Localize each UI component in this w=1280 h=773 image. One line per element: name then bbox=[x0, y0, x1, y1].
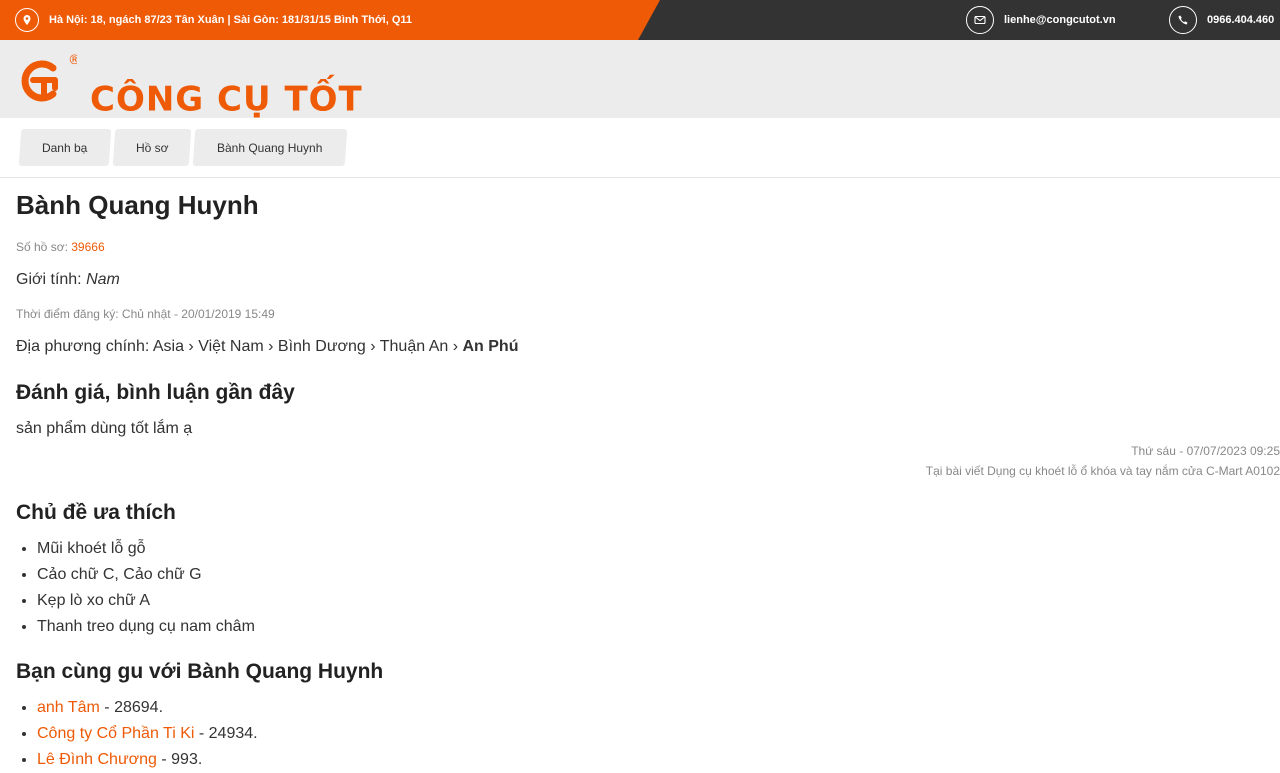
header-logo-band: ® CÔNG CỤ TỐT bbox=[0, 40, 1280, 120]
email-link[interactable]: lienhe@congcutot.vn bbox=[1004, 14, 1116, 26]
friend-link[interactable]: Công ty Cổ Phần Ti Ki bbox=[37, 725, 194, 742]
breadcrumb-item-directory[interactable]: Danh bạ bbox=[18, 129, 112, 166]
location-line: Địa phương chính: Asia › Việt Nam › Bình… bbox=[16, 338, 518, 356]
logo-text[interactable]: CÔNG CỤ TỐT bbox=[90, 80, 363, 120]
friends-list: anh Tâm - 28694. Công ty Cổ Phần Ti Ki -… bbox=[16, 695, 258, 773]
page-title: Bành Quang Huynh bbox=[16, 190, 259, 220]
top-contact-bar: Hà Nội: 18, ngách 87/23 Tân Xuân | Sài G… bbox=[0, 0, 1280, 40]
list-item: Kẹp lò xo chữ A bbox=[37, 588, 255, 614]
friend-link[interactable]: anh Tâm bbox=[37, 699, 100, 716]
location-current[interactable]: An Phú bbox=[462, 338, 518, 355]
reviews-heading: Đánh giá, bình luận gần đây bbox=[16, 381, 295, 404]
file-number-line: Số hồ sơ: 39666 bbox=[16, 240, 105, 254]
location-label: Địa phương chính: bbox=[16, 338, 150, 355]
address-text: Hà Nội: 18, ngách 87/23 Tân Xuân | Sài G… bbox=[49, 14, 413, 26]
list-item: Thanh treo dụng cụ nam châm bbox=[37, 614, 255, 640]
registered-mark: ® bbox=[68, 53, 77, 68]
review-text: sản phẩm dùng tốt lắm ạ bbox=[16, 420, 193, 437]
envelope-icon bbox=[966, 6, 994, 34]
breadcrumb-item-profiles[interactable]: Hồ sơ bbox=[112, 129, 192, 166]
friend-count: - 28694. bbox=[99, 699, 164, 716]
friends-heading: Bạn cùng gu với Bành Quang Huynh bbox=[16, 660, 384, 683]
review-source[interactable]: Tại bài viết Dụng cụ khoét lỗ ổ khóa và … bbox=[926, 464, 1280, 478]
registration-time: Thời điểm đăng ký: Chủ nhật - 20/01/2019… bbox=[16, 307, 275, 321]
email-item[interactable]: lienhe@congcutot.vn bbox=[966, 0, 1116, 40]
list-item: Công ty Cổ Phần Ti Ki - 24934. bbox=[37, 721, 258, 747]
phone-item[interactable]: 0966.404.460 bbox=[1169, 0, 1274, 40]
friend-count: - 993. bbox=[156, 751, 203, 768]
list-item: Lê Đình Chương - 993. bbox=[37, 747, 258, 773]
file-number-value: 39666 bbox=[71, 240, 105, 254]
breadcrumb: Danh bạ Hồ sơ Bành Quang Huynh bbox=[0, 118, 1280, 178]
address-item: Hà Nội: 18, ngách 87/23 Tân Xuân | Sài G… bbox=[15, 0, 412, 40]
favorites-heading: Chủ đề ưa thích bbox=[16, 501, 176, 524]
gender-value: Nam bbox=[86, 271, 120, 288]
breadcrumb-item-current-profile[interactable]: Bành Quang Huynh bbox=[192, 129, 348, 166]
friend-link[interactable]: Lê Đình Chương bbox=[37, 751, 157, 768]
favorites-list: Mũi khoét lỗ gỗ Cảo chữ C, Cảo chữ G Kẹp… bbox=[16, 536, 255, 640]
location-path[interactable]: Asia › Việt Nam › Bình Dương › Thuận An … bbox=[153, 338, 458, 355]
gender-label: Giới tính: bbox=[16, 271, 82, 288]
phone-icon bbox=[1169, 6, 1197, 34]
list-item: Mũi khoét lỗ gỗ bbox=[37, 536, 255, 562]
list-item: Cảo chữ C, Cảo chữ G bbox=[37, 562, 255, 588]
location-pin-icon bbox=[15, 8, 39, 32]
friend-count: - 24934. bbox=[194, 725, 258, 742]
gender-line: Giới tính: Nam bbox=[16, 271, 120, 289]
review-date: Thứ sáu - 07/07/2023 09:25 bbox=[1131, 444, 1280, 458]
file-number-label: Số hồ sơ: bbox=[16, 240, 68, 254]
phone-link[interactable]: 0966.404.460 bbox=[1207, 14, 1274, 26]
logo-mark-icon[interactable]: ® bbox=[15, 50, 77, 108]
list-item: anh Tâm - 28694. bbox=[37, 695, 258, 721]
